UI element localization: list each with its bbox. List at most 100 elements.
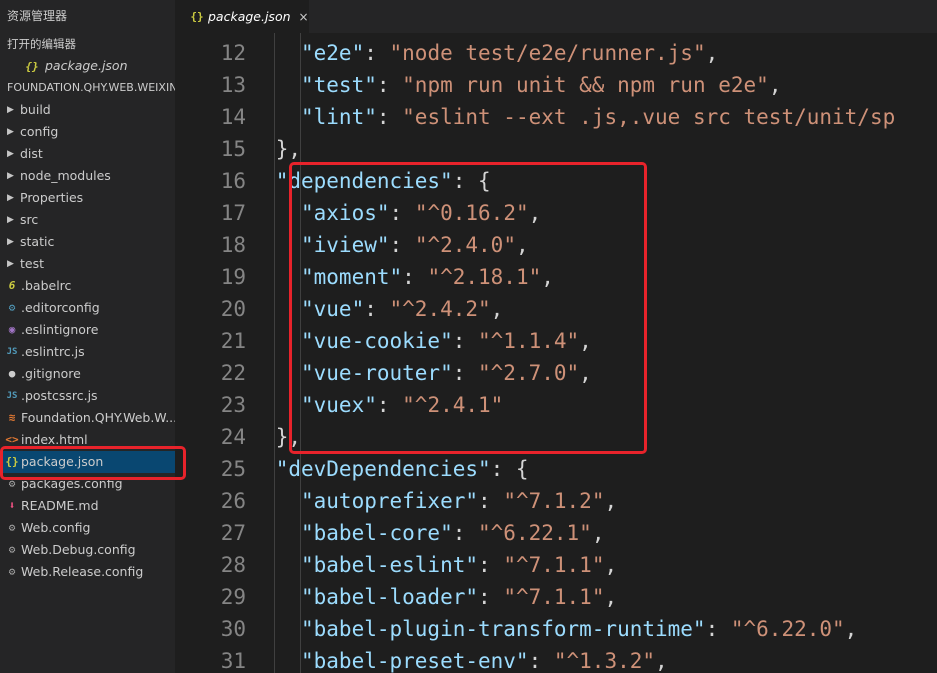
punctuation: : (376, 73, 403, 97)
folder-item[interactable]: ▶ src (0, 209, 175, 231)
tab-label: package.json (208, 9, 291, 24)
line-number: 17 (220, 201, 246, 225)
chevron-right-icon: ▶ (7, 237, 14, 247)
punctuation: : { (490, 457, 529, 481)
readme-icon: ⬇ (8, 499, 16, 512)
folder-label: node_modules (20, 168, 111, 183)
punctuation: }, (275, 137, 301, 161)
chevron-right-icon: ▶ (7, 215, 14, 225)
file-item[interactable]: ⬇ README.md (0, 495, 175, 517)
selected-file-highlight-box (0, 446, 186, 480)
punctuation: : (364, 41, 390, 65)
file-item[interactable]: ⚙ .editorconfig (0, 297, 175, 319)
tab-bar: {} package.json × (175, 0, 937, 33)
folder-label: src (20, 212, 39, 227)
code-text: "e2e": "node test/e2e/runner.js", (301, 37, 718, 69)
line-number: 22 (220, 361, 246, 385)
json-key: "lint" (301, 105, 377, 129)
json-key: "babel-core" (301, 521, 453, 545)
file-item[interactable]: ⚙ Web.Debug.config (0, 539, 175, 561)
open-editor-label: package.json (44, 58, 128, 73)
folder-item[interactable]: ▶ dist (0, 143, 175, 165)
json-string: "eslint --ext .js,.vue src test/unit/sp (402, 105, 896, 129)
file-item[interactable]: ⚙ Web.Release.config (0, 561, 175, 583)
project-root-header[interactable]: FOUNDATION.QHY.WEB.WEIXIN... (0, 77, 175, 99)
file-item[interactable]: ◉ .eslintignore (0, 319, 175, 341)
js-file-icon: JS (6, 347, 18, 357)
babel-icon: 6 (8, 279, 16, 292)
line-number: 30 (220, 617, 246, 641)
line-number: 28 (220, 553, 246, 577)
line-number: 31 (220, 649, 246, 673)
line-number: 18 (220, 233, 246, 257)
gear-icon: ⚙ (8, 565, 16, 578)
code-line: 30 "babel-plugin-transform-runtime": "^6.… (175, 613, 937, 645)
json-string: "^7.1.2" (503, 489, 605, 513)
folder-label: build (20, 102, 51, 117)
json-string: "^6.22.1" (478, 521, 592, 545)
file-item[interactable]: ≋ Foundation.QHY.Web.W... (0, 407, 175, 429)
file-item[interactable]: JS .eslintrc.js (0, 341, 175, 363)
json-key: "babel-loader" (301, 585, 479, 609)
line-number: 19 (220, 265, 246, 289)
code-text: "babel-loader": "^7.1.1", (301, 581, 617, 613)
file-label: .postcssrc.js (21, 388, 98, 403)
punctuation: : (528, 649, 554, 673)
folder-item[interactable]: ▶ Properties (0, 187, 175, 209)
line-number: 15 (220, 137, 246, 161)
code-line: 31 "babel-preset-env": "^1.3.2", (175, 645, 937, 673)
line-number: 12 (220, 41, 246, 65)
open-editor-item[interactable]: {} package.json (0, 55, 175, 77)
code-text: "babel-plugin-transform-runtime": "^6.22… (301, 613, 857, 645)
punctuation: , (591, 521, 605, 545)
code-line: 27 "babel-core": "^6.22.1", (175, 517, 937, 549)
punctuation: : (478, 553, 504, 577)
json-key: "babel-plugin-transform-runtime" (301, 617, 706, 641)
chevron-right-icon: ▶ (7, 127, 14, 137)
line-number: 26 (220, 489, 246, 513)
rss-icon: ≋ (8, 411, 16, 424)
file-label: Web.Debug.config (21, 542, 136, 557)
punctuation: , (655, 649, 668, 673)
file-label: Web.config (21, 520, 91, 535)
code-text: "babel-core": "^6.22.1", (301, 517, 604, 549)
file-item[interactable]: 6 .babelrc (0, 275, 175, 297)
folder-label: config (20, 124, 59, 139)
line-number: 20 (220, 297, 246, 321)
folder-item[interactable]: ▶ static (0, 231, 175, 253)
code-line: 29 "babel-loader": "^7.1.1", (175, 581, 937, 613)
folder-label: test (20, 256, 45, 271)
folder-item[interactable]: ▶ build (0, 99, 175, 121)
chevron-right-icon: ▶ (7, 171, 14, 181)
folder-item[interactable]: ▶ config (0, 121, 175, 143)
json-string: "node test/e2e/runner.js" (389, 41, 706, 65)
open-editors-header[interactable]: 打开的编辑器 (0, 33, 175, 55)
line-number: 21 (220, 329, 246, 353)
json-key: "babel-eslint" (301, 553, 479, 577)
file-item[interactable]: ● .gitignore (0, 363, 175, 385)
code-text: "devDependencies": { (276, 453, 529, 485)
json-string: "^7.1.1" (503, 553, 605, 577)
file-item[interactable]: ⚙ Web.config (0, 517, 175, 539)
code-text: "test": "npm run unit && npm run e2e", (301, 69, 781, 101)
file-label: .babelrc (21, 278, 72, 293)
folder-item[interactable]: ▶ node_modules (0, 165, 175, 187)
json-key: "devDependencies" (275, 457, 491, 481)
line-number: 13 (220, 73, 246, 97)
json-string: "^7.1.1" (503, 585, 605, 609)
code-text: "autoprefixer": "^7.1.2", (301, 485, 617, 517)
file-label: README.md (21, 498, 99, 513)
punctuation: : (478, 585, 504, 609)
git-icon: ● (8, 367, 16, 380)
file-item[interactable]: JS .postcssrc.js (0, 385, 175, 407)
close-icon[interactable]: × (299, 10, 309, 24)
folder-label: dist (20, 146, 43, 161)
punctuation: , (604, 585, 618, 609)
gear-icon: ⚙ (8, 543, 16, 556)
folder-item[interactable]: ▶ test (0, 253, 175, 275)
tab-package-json[interactable]: {} package.json × (175, 0, 309, 33)
editorconfig-icon: ⚙ (8, 301, 16, 314)
json-string: "^1.3.2" (553, 649, 656, 673)
punctuation: , (705, 41, 719, 65)
json-string: "npm run unit && npm run e2e" (402, 73, 769, 97)
